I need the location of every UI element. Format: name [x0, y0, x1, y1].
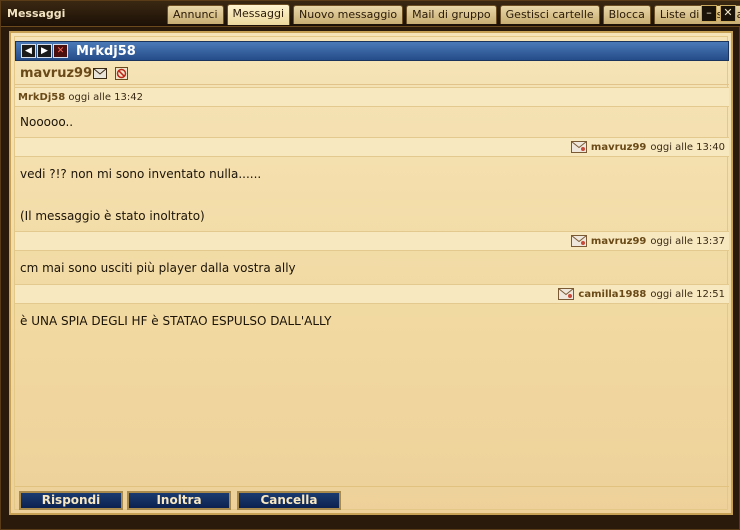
- envelope-icon[interactable]: [558, 288, 575, 300]
- previous-message-button[interactable]: ◀: [21, 44, 36, 58]
- tab-blocca[interactable]: Blocca: [602, 5, 651, 24]
- message-time: oggi alle 13:40: [650, 141, 725, 153]
- message-body: Nooooo..: [15, 109, 729, 135]
- delete-button[interactable]: Cancella: [237, 491, 341, 510]
- message-author-line: mavruz99 oggi alle 13:40: [570, 141, 725, 153]
- message-author-line: MrkDj58 oggi alle 13:42: [18, 92, 143, 103]
- message-text: (Il messaggio è stato inoltrato): [20, 209, 205, 223]
- contact-name[interactable]: mavruz99: [20, 66, 92, 81]
- message-author[interactable]: camilla1988: [578, 289, 646, 300]
- delete-conversation-button[interactable]: ✕: [53, 44, 68, 58]
- message-panel: ◀ ▶ ✕ Mrkdj58 mavruz99 MrkDj58 oggi alle…: [9, 31, 733, 515]
- block-user-icon[interactable]: [115, 67, 128, 80]
- close-window-button[interactable]: ✕: [720, 5, 736, 22]
- tab-messaggi[interactable]: Messaggi: [226, 4, 290, 25]
- tab-mail-di-gruppo[interactable]: Mail di gruppo: [406, 5, 497, 24]
- envelope-icon[interactable]: [93, 68, 107, 79]
- message-author[interactable]: MrkDj58: [18, 92, 65, 103]
- message-time: oggi alle 13:42: [68, 92, 143, 103]
- envelope-icon[interactable]: [570, 141, 587, 153]
- minimize-button[interactable]: –: [701, 5, 717, 22]
- messages-window: Messaggi Annunci Messaggi Nuovo messaggi…: [0, 0, 740, 530]
- message-body: cm mai sono usciti più player dalla vost…: [15, 255, 729, 281]
- message-time: oggi alle 12:51: [650, 288, 725, 300]
- message-meta: mavruz99 oggi alle 13:37: [15, 231, 729, 251]
- message-author[interactable]: mavruz99: [591, 142, 646, 153]
- tab-bar: Annunci Messaggi Nuovo messaggio Mail di…: [167, 4, 740, 25]
- message-time: oggi alle 13:37: [650, 235, 725, 247]
- conversation-header: ◀ ▶ ✕ Mrkdj58: [15, 41, 729, 61]
- window-titlebar: Messaggi Annunci Messaggi Nuovo messaggi…: [1, 1, 740, 27]
- reply-button[interactable]: Rispondi: [19, 491, 123, 510]
- message-author-line: camilla1988 oggi alle 12:51: [558, 288, 725, 300]
- tab-gestisci-cartelle[interactable]: Gestisci cartelle: [499, 5, 600, 24]
- window-title: Messaggi: [7, 7, 66, 20]
- message-text: Nooooo..: [20, 115, 74, 129]
- message-author[interactable]: mavruz99: [591, 236, 646, 247]
- envelope-icon[interactable]: [570, 235, 587, 247]
- contact-row: mavruz99: [15, 63, 729, 85]
- forward-button[interactable]: Inoltra: [127, 491, 231, 510]
- conversation-title: Mrkdj58: [76, 44, 136, 59]
- message-body: vedi ?!? non mi sono inventato nulla....…: [15, 161, 729, 229]
- action-bar: Rispondi Inoltra Cancella: [15, 486, 729, 512]
- message-meta: mavruz99 oggi alle 13:40: [15, 137, 729, 157]
- message-author-line: mavruz99 oggi alle 13:37: [570, 235, 725, 247]
- message-text: cm mai sono usciti più player dalla vost…: [20, 261, 296, 275]
- message-meta: camilla1988 oggi alle 12:51: [15, 284, 729, 304]
- message-text: è UNA SPIA DEGLI HF è STATAO ESPULSO DAL…: [20, 314, 332, 328]
- message-body: è UNA SPIA DEGLI HF è STATAO ESPULSO DAL…: [15, 308, 729, 334]
- tab-nuovo-messaggio[interactable]: Nuovo messaggio: [293, 5, 404, 24]
- next-message-button[interactable]: ▶: [37, 44, 52, 58]
- tab-annunci[interactable]: Annunci: [167, 5, 224, 24]
- message-text: vedi ?!? non mi sono inventato nulla....…: [20, 167, 262, 181]
- message-meta: MrkDj58 oggi alle 13:42: [15, 87, 729, 107]
- message-text: [20, 181, 724, 195]
